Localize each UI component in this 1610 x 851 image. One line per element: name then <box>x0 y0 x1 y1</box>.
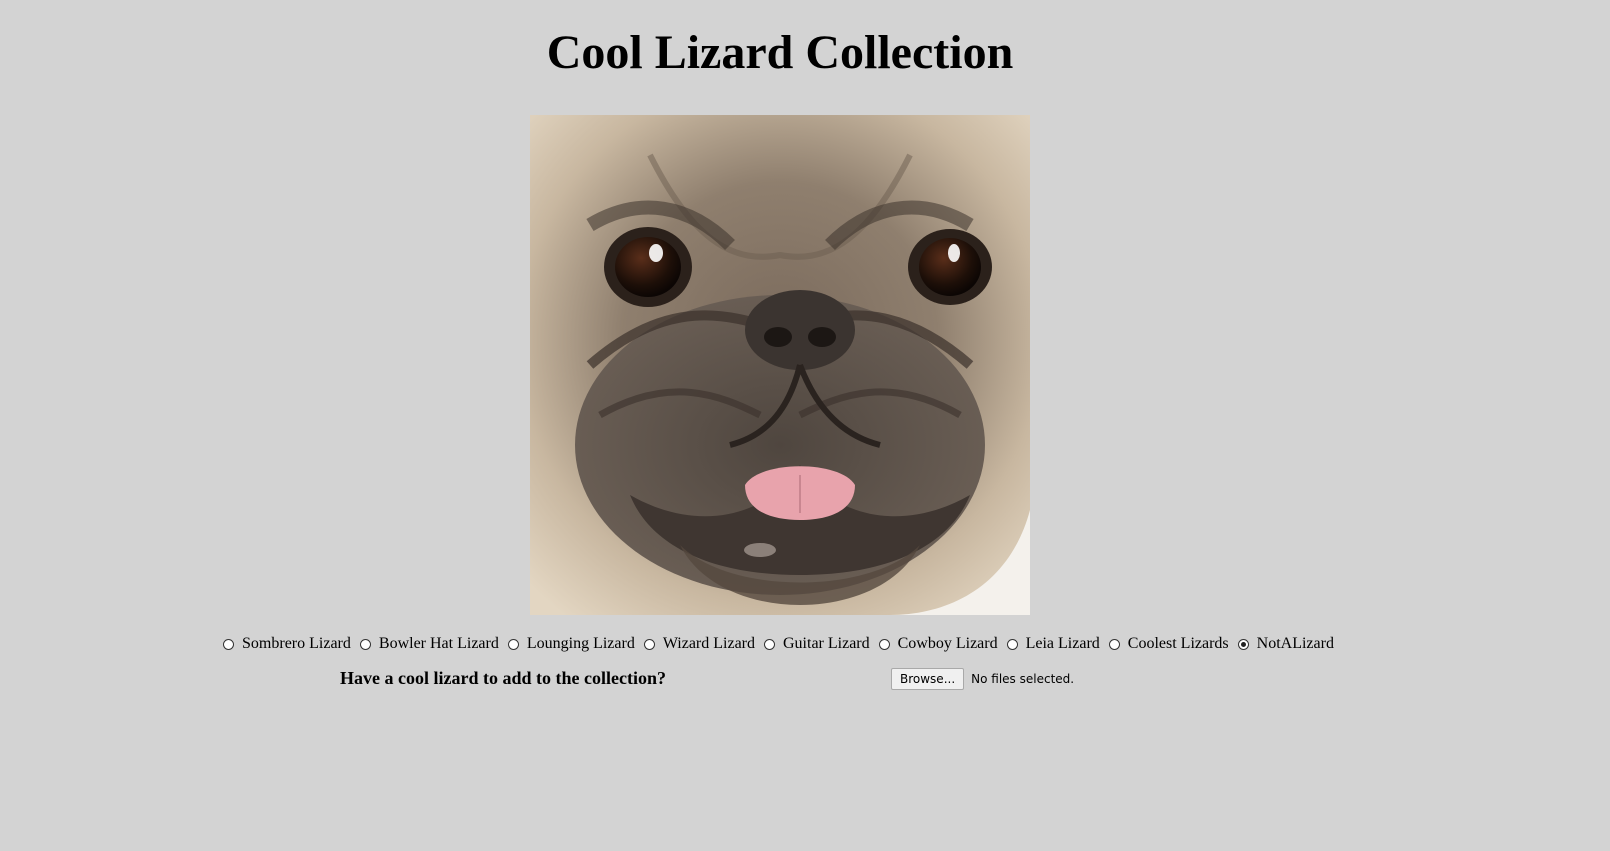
radio-button[interactable] <box>359 638 371 650</box>
option-label: Lounging Lizard <box>526 635 635 652</box>
option-leia-lizard[interactable]: Leia Lizard <box>1004 635 1100 653</box>
option-guitar-lizard[interactable]: Guitar Lizard <box>761 635 870 653</box>
page-title: Cool Lizard Collection <box>546 26 1014 79</box>
option-bowler-hat-lizard[interactable]: Bowler Hat Lizard <box>357 635 499 653</box>
option-wizard-lizard[interactable]: Wizard Lizard <box>641 635 755 653</box>
file-status: No files selected. <box>971 672 1075 686</box>
option-label: Coolest Lizards <box>1127 635 1229 652</box>
lizard-options: Sombrero Lizard Bowler Hat Lizard Loungi… <box>0 635 1560 653</box>
browse-button[interactable]: Browse... <box>891 668 965 690</box>
option-label: Cowboy Lizard <box>897 635 998 652</box>
upload-prompt: Have a cool lizard to add to the collect… <box>340 668 666 688</box>
option-label: Guitar Lizard <box>783 635 870 652</box>
option-coolest-lizards[interactable]: Coolest Lizards <box>1106 635 1229 653</box>
upload-row: Have a cool lizard to add to the collect… <box>0 668 1610 698</box>
pug-face-photo-icon <box>530 115 1030 615</box>
page: Cool Lizard Collection Sombrero Lizard B… <box>0 0 1610 851</box>
radio-button[interactable] <box>507 638 519 650</box>
radio-button[interactable] <box>1006 638 1018 650</box>
gallery-image <box>530 115 1030 615</box>
option-cowboy-lizard[interactable]: Cowboy Lizard <box>876 635 998 653</box>
file-input[interactable]: Browse... No files selected. <box>891 668 1074 690</box>
option-sombrero-lizard[interactable]: Sombrero Lizard <box>220 635 351 653</box>
option-lounging-lizard[interactable]: Lounging Lizard <box>505 635 635 653</box>
radio-button[interactable] <box>1237 638 1249 650</box>
radio-button[interactable] <box>878 638 890 650</box>
radio-button[interactable] <box>764 638 775 650</box>
option-label: Wizard Lizard <box>662 635 755 652</box>
option-not-a-lizard[interactable]: NotALizard <box>1235 635 1334 653</box>
radio-button[interactable] <box>643 638 655 650</box>
radio-button[interactable] <box>1108 638 1120 650</box>
option-label: Leia Lizard <box>1025 635 1100 652</box>
option-label: Bowler Hat Lizard <box>378 635 499 652</box>
option-label: NotALizard <box>1256 635 1334 652</box>
option-label: Sombrero Lizard <box>242 635 351 652</box>
radio-button[interactable] <box>223 638 235 650</box>
